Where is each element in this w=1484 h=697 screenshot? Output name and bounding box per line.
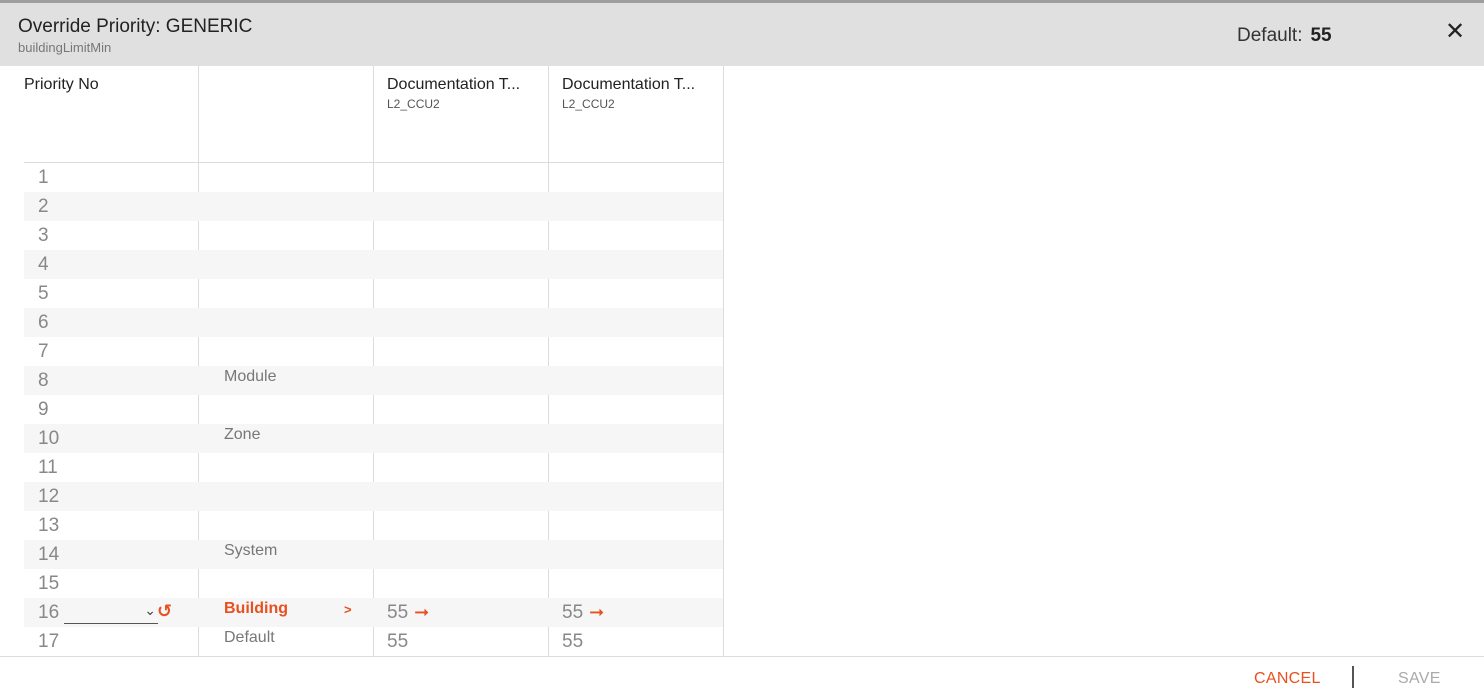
cell-value: 55 ➞ xyxy=(562,602,604,624)
table-row: 2 xyxy=(24,192,723,221)
column-header-2: Documentation T... L2_CCU2 xyxy=(562,76,722,111)
dialog-title: Override Priority: GENERIC xyxy=(18,16,253,37)
table-row: 7 xyxy=(24,337,723,366)
cell-value-text: 55 xyxy=(387,631,409,652)
priority-select[interactable]: ⌄ xyxy=(64,602,158,624)
table-row: 12 xyxy=(24,482,723,511)
priority-number: 16 xyxy=(38,602,60,623)
footer-divider xyxy=(0,656,1484,657)
table-row: 3 xyxy=(24,221,723,250)
default-value: 55 xyxy=(1310,25,1332,46)
arrow-right-icon[interactable]: ➞ xyxy=(414,602,429,622)
table-row: 9 xyxy=(24,395,723,424)
column-header-name: Documentation T... xyxy=(387,76,521,93)
priority-number: 2 xyxy=(38,196,49,217)
priority-number: 3 xyxy=(38,225,49,246)
table-row: 16 ⌄ ↺ Building >55 ➞ 55 ➞ xyxy=(24,598,723,627)
table-row: 13 xyxy=(24,511,723,540)
override-priority-dialog: Override Priority: GENERIC buildingLimit… xyxy=(0,0,1484,697)
reset-icon[interactable]: ↺ xyxy=(157,601,172,622)
table-row: 15 xyxy=(24,569,723,598)
priority-no-header: Priority No xyxy=(24,76,99,93)
dialog-subtitle: buildingLimitMin xyxy=(18,40,112,55)
level-label: Module xyxy=(224,368,277,385)
arrow-right-icon[interactable]: ➞ xyxy=(589,602,604,622)
table-row: 8 Module xyxy=(24,366,723,395)
table-row: 4 xyxy=(24,250,723,279)
priority-number: 9 xyxy=(38,399,49,420)
table-row: 10 Zone xyxy=(24,424,723,453)
table-row: 11 xyxy=(24,453,723,482)
priority-number: 14 xyxy=(38,544,60,565)
priority-number: 7 xyxy=(38,341,49,362)
cancel-button[interactable]: CANCEL xyxy=(1254,670,1321,688)
close-icon[interactable]: ✕ xyxy=(1444,20,1466,44)
column-header-1: Documentation T... L2_CCU2 xyxy=(387,76,547,111)
chevron-down-icon: ⌄ xyxy=(144,602,156,618)
priority-number: 15 xyxy=(38,573,60,594)
priority-number: 8 xyxy=(38,370,49,391)
priority-number: 10 xyxy=(38,428,60,449)
column-header-sub: L2_CCU2 xyxy=(387,97,440,111)
level-label: Default xyxy=(224,629,275,646)
table-row: 17 Default 55 55 xyxy=(24,627,723,656)
level-label[interactable]: Building xyxy=(224,600,288,618)
cell-value-text: 55 xyxy=(562,602,584,623)
priority-number: 6 xyxy=(38,312,49,333)
default-display: Default: 55 xyxy=(1237,25,1332,47)
column-divider xyxy=(723,66,724,656)
expand-caret-icon[interactable]: > xyxy=(344,602,352,617)
level-label: Zone xyxy=(224,426,261,443)
dialog-header: Override Priority: GENERIC buildingLimit… xyxy=(0,3,1484,66)
cell-value-text: 55 xyxy=(387,602,409,623)
column-header-sub: L2_CCU2 xyxy=(562,97,615,111)
cell-value: 55 xyxy=(562,631,583,653)
priority-number: 4 xyxy=(38,254,49,275)
priority-number: 17 xyxy=(38,631,60,652)
table-row: 1 xyxy=(24,163,723,192)
priority-number: 1 xyxy=(38,167,49,188)
cell-value: 55 xyxy=(387,631,408,653)
save-button[interactable]: SAVE xyxy=(1398,670,1441,688)
priority-number: 12 xyxy=(38,486,60,507)
button-separator xyxy=(1352,666,1354,688)
priority-number: 11 xyxy=(38,457,58,478)
default-label: Default: xyxy=(1237,25,1303,46)
table-row: 6 xyxy=(24,308,723,337)
table-row: 14 System xyxy=(24,540,723,569)
priority-number: 5 xyxy=(38,283,49,304)
priority-number: 13 xyxy=(38,515,60,536)
level-label: System xyxy=(224,542,278,559)
column-header-name: Documentation T... xyxy=(562,76,696,93)
cell-value: 55 ➞ xyxy=(387,602,429,624)
table-row: 5 xyxy=(24,279,723,308)
cell-value-text: 55 xyxy=(562,631,584,652)
